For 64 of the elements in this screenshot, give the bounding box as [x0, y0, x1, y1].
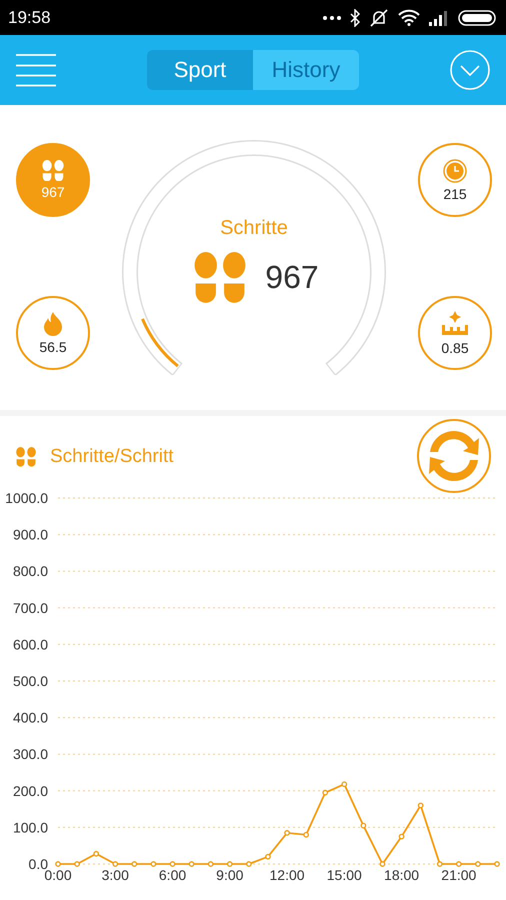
footprints-icon — [14, 447, 38, 467]
y-tick-label: 600.0 — [12, 636, 48, 652]
more-icon — [323, 16, 341, 20]
flame-icon — [43, 312, 63, 336]
clock-icon — [443, 158, 467, 182]
data-point — [418, 802, 424, 808]
gauge-value: 967 — [265, 258, 319, 296]
y-tick-label: 400.0 — [12, 710, 48, 726]
y-tick-label: 300.0 — [12, 746, 48, 762]
data-point — [436, 861, 443, 867]
chart-title: Schritte/Schritt — [50, 446, 174, 468]
y-tick-label: 700.0 — [12, 600, 48, 616]
x-tick-label: 3:00 — [102, 867, 129, 883]
refresh-button[interactable] — [416, 418, 492, 494]
data-point — [284, 830, 290, 836]
y-tick-label: 800.0 — [12, 563, 48, 580]
stat-button[interactable]: 0.85 — [418, 296, 492, 370]
x-tick-label: 9:00 — [216, 867, 244, 883]
x-tick-label: 21:00 — [441, 867, 476, 883]
muted-bell-icon — [369, 8, 389, 26]
data-point — [322, 790, 328, 796]
y-tick-label: 0.0 — [28, 856, 48, 872]
data-point — [55, 861, 61, 867]
data-point — [341, 781, 348, 788]
data-point — [132, 861, 138, 867]
data-point — [360, 822, 366, 828]
data-point — [246, 861, 252, 867]
menu-icon[interactable] — [16, 53, 56, 87]
data-point — [112, 861, 118, 867]
x-tick-label: 18:00 — [384, 867, 420, 883]
stat-button[interactable]: 56.5 — [16, 296, 90, 370]
data-point — [208, 861, 214, 867]
gauge-label: Schritte — [220, 217, 288, 240]
data-point — [380, 861, 386, 867]
clock-time: 19:58 — [8, 8, 51, 28]
distance-icon — [440, 310, 470, 336]
y-tick-label: 500.0 — [12, 673, 48, 689]
battery-icon — [458, 10, 496, 26]
y-tick-label: 1000.0 — [5, 490, 48, 506]
data-point — [150, 861, 156, 867]
data-point — [456, 861, 462, 867]
chevron-down-circle-icon[interactable] — [450, 50, 490, 90]
y-tick-label: 900.0 — [12, 526, 48, 543]
bluetooth-icon — [350, 8, 360, 26]
data-point — [494, 861, 500, 867]
data-point — [303, 832, 309, 838]
footprints-icon — [40, 160, 66, 182]
x-tick-label: 15:00 — [326, 867, 362, 883]
data-point — [226, 861, 233, 867]
data-point — [93, 850, 100, 857]
data-point — [398, 834, 404, 840]
x-tick-label: 12:00 — [270, 867, 305, 883]
y-tick-label: 100.0 — [12, 819, 48, 836]
gauge-fill — [141, 318, 179, 368]
signal-icon — [429, 10, 449, 26]
data-point — [188, 861, 194, 867]
data-point — [265, 854, 271, 860]
data-point — [74, 861, 80, 867]
stat-button[interactable]: 215 — [418, 143, 492, 217]
wifi-icon — [398, 9, 420, 26]
y-tick-label: 200.0 — [12, 782, 48, 799]
data-point — [475, 861, 481, 867]
data-point — [170, 861, 176, 867]
x-tick-label: 6:00 — [158, 867, 186, 883]
